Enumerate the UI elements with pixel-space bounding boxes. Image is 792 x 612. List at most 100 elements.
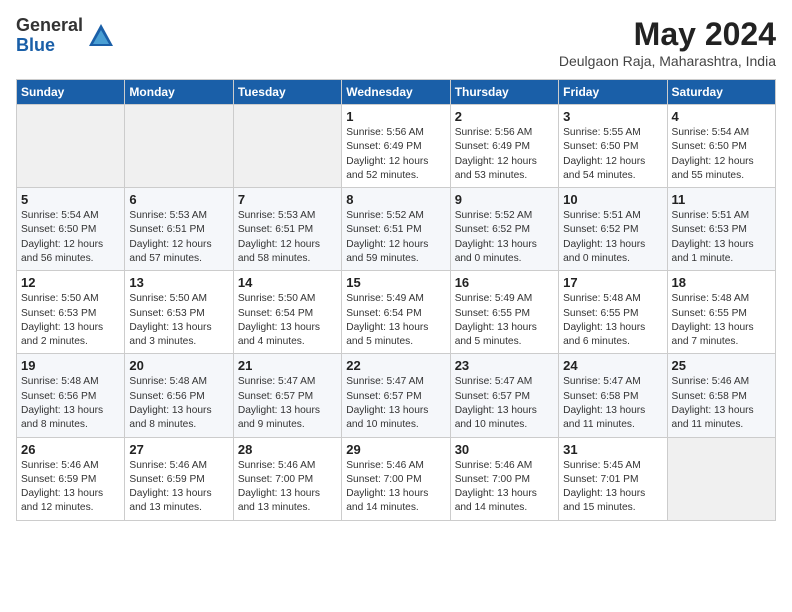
calendar-cell: 23Sunrise: 5:47 AM Sunset: 6:57 PM Dayli…	[450, 354, 558, 437]
day-info: Sunrise: 5:56 AM Sunset: 6:49 PM Dayligh…	[455, 126, 554, 183]
day-info: Sunrise: 5:48 AM Sunset: 6:56 PM Dayligh…	[21, 375, 120, 432]
calendar-cell: 3 Sunrise: 5:55 AM Sunset: 6:50 PM Daylig…	[559, 105, 667, 188]
day-info: Sunrise: 5:47 AM Sunset: 6:58 PM Dayligh…	[563, 375, 662, 432]
day-number: 25	[672, 358, 771, 373]
day-info: Sunrise: 5:53 AM Sunset: 6:51 PM Dayligh…	[238, 209, 337, 266]
day-number: 12	[21, 275, 120, 290]
day-number: 5	[21, 192, 120, 207]
calendar-cell: 2 Sunrise: 5:56 AM Sunset: 6:49 PM Daylig…	[450, 105, 558, 188]
day-number: 4	[672, 109, 771, 124]
header-day: Tuesday	[233, 80, 341, 105]
header-day: Friday	[559, 80, 667, 105]
header-day: Monday	[125, 80, 233, 105]
day-info: Sunrise: 5:50 AM Sunset: 6:53 PM Dayligh…	[21, 292, 120, 349]
calendar-week-row: 5Sunrise: 5:54 AM Sunset: 6:50 PM Daylig…	[17, 188, 776, 271]
day-number: 1	[346, 109, 445, 124]
day-info: Sunrise: 5:54 AM Sunset: 6:50 PM Dayligh…	[672, 126, 771, 183]
day-number: 11	[672, 192, 771, 207]
day-number: 28	[238, 442, 337, 457]
day-info: Sunrise: 5:51 AM Sunset: 6:52 PM Dayligh…	[563, 209, 662, 266]
calendar-cell: 24 Sunrise: 5:47 AM Sunset: 6:58 PM Dayli…	[559, 354, 667, 437]
calendar-cell: 17Sunrise: 5:48 AM Sunset: 6:55 PM Dayli…	[559, 271, 667, 354]
calendar-cell	[667, 437, 775, 520]
day-number: 15	[346, 275, 445, 290]
logo-general-text: General	[16, 16, 83, 36]
calendar-cell: 16 Sunrise: 5:49 AM Sunset: 6:55 PM Dayli…	[450, 271, 558, 354]
calendar-cell: 10 Sunrise: 5:51 AM Sunset: 6:52 PM Dayli…	[559, 188, 667, 271]
calendar-cell: 9Sunrise: 5:52 AM Sunset: 6:52 PM Daylig…	[450, 188, 558, 271]
calendar-cell	[17, 105, 125, 188]
day-number: 9	[455, 192, 554, 207]
day-number: 24	[563, 358, 662, 373]
day-info: Sunrise: 5:55 AM Sunset: 6:50 PM Dayligh…	[563, 126, 662, 183]
day-info: Sunrise: 5:48 AM Sunset: 6:56 PM Dayligh…	[129, 375, 228, 432]
calendar-week-row: 1 Sunrise: 5:56 AM Sunset: 6:49 PM Daylig…	[17, 105, 776, 188]
day-info: Sunrise: 5:51 AM Sunset: 6:53 PM Dayligh…	[672, 209, 771, 266]
calendar-cell: 26Sunrise: 5:46 AM Sunset: 6:59 PM Dayli…	[17, 437, 125, 520]
day-number: 8	[346, 192, 445, 207]
calendar-cell: 5Sunrise: 5:54 AM Sunset: 6:50 PM Daylig…	[17, 188, 125, 271]
page-header: General Blue May 2024 Deulgaon Raja, Mah…	[16, 16, 776, 69]
title-block: May 2024 Deulgaon Raja, Maharashtra, Ind…	[559, 16, 776, 69]
day-info: Sunrise: 5:47 AM Sunset: 6:57 PM Dayligh…	[238, 375, 337, 432]
day-info: Sunrise: 5:46 AM Sunset: 7:00 PM Dayligh…	[455, 459, 554, 516]
day-info: Sunrise: 5:48 AM Sunset: 6:55 PM Dayligh…	[672, 292, 771, 349]
calendar-cell: 6Sunrise: 5:53 AM Sunset: 6:51 PM Daylig…	[125, 188, 233, 271]
day-number: 19	[21, 358, 120, 373]
month-title: May 2024	[559, 16, 776, 53]
day-number: 29	[346, 442, 445, 457]
logo-blue-text: Blue	[16, 36, 83, 56]
day-number: 13	[129, 275, 228, 290]
day-number: 27	[129, 442, 228, 457]
day-number: 21	[238, 358, 337, 373]
day-info: Sunrise: 5:50 AM Sunset: 6:53 PM Dayligh…	[129, 292, 228, 349]
calendar-cell: 7 Sunrise: 5:53 AM Sunset: 6:51 PM Daylig…	[233, 188, 341, 271]
calendar-cell: 13 Sunrise: 5:50 AM Sunset: 6:53 PM Dayli…	[125, 271, 233, 354]
calendar-cell: 29 Sunrise: 5:46 AM Sunset: 7:00 PM Dayli…	[342, 437, 450, 520]
calendar-cell: 28 Sunrise: 5:46 AM Sunset: 7:00 PM Dayli…	[233, 437, 341, 520]
day-info: Sunrise: 5:46 AM Sunset: 6:58 PM Dayligh…	[672, 375, 771, 432]
day-number: 10	[563, 192, 662, 207]
day-number: 18	[672, 275, 771, 290]
day-number: 7	[238, 192, 337, 207]
day-number: 3	[563, 109, 662, 124]
header-day: Wednesday	[342, 80, 450, 105]
day-info: Sunrise: 5:46 AM Sunset: 7:00 PM Dayligh…	[238, 459, 337, 516]
calendar-week-row: 26 Sunrise: 5:46 AM Sunset: 6:59 PM Dayli…	[17, 437, 776, 520]
day-info: Sunrise: 5:47 AM Sunset: 6:57 PM Dayligh…	[346, 375, 445, 432]
header-day: Sunday	[17, 80, 125, 105]
day-number: 16	[455, 275, 554, 290]
day-info: Sunrise: 5:53 AM Sunset: 6:51 PM Dayligh…	[129, 209, 228, 266]
day-info: Sunrise: 5:46 AM Sunset: 6:59 PM Dayligh…	[129, 459, 228, 516]
calendar-cell: 14Sunrise: 5:50 AM Sunset: 6:54 PM Dayli…	[233, 271, 341, 354]
day-number: 23	[455, 358, 554, 373]
day-number: 20	[129, 358, 228, 373]
calendar-cell: 12 Sunrise: 5:50 AM Sunset: 6:53 PM Dayli…	[17, 271, 125, 354]
calendar-cell: 31Sunrise: 5:45 AM Sunset: 7:01 PM Dayli…	[559, 437, 667, 520]
day-info: Sunrise: 5:46 AM Sunset: 7:00 PM Dayligh…	[346, 459, 445, 516]
day-number: 30	[455, 442, 554, 457]
logo: General Blue	[16, 16, 115, 56]
day-info: Sunrise: 5:49 AM Sunset: 6:55 PM Dayligh…	[455, 292, 554, 349]
header-row: SundayMondayTuesdayWednesdayThursdayFrid…	[17, 80, 776, 105]
day-info: Sunrise: 5:52 AM Sunset: 6:51 PM Dayligh…	[346, 209, 445, 266]
day-number: 2	[455, 109, 554, 124]
calendar-cell: 11 Sunrise: 5:51 AM Sunset: 6:53 PM Dayli…	[667, 188, 775, 271]
day-number: 31	[563, 442, 662, 457]
calendar-cell: 27 Sunrise: 5:46 AM Sunset: 6:59 PM Dayli…	[125, 437, 233, 520]
calendar-cell	[125, 105, 233, 188]
header-day: Saturday	[667, 80, 775, 105]
day-number: 22	[346, 358, 445, 373]
calendar-cell: 19 Sunrise: 5:48 AM Sunset: 6:56 PM Dayli…	[17, 354, 125, 437]
day-info: Sunrise: 5:50 AM Sunset: 6:54 PM Dayligh…	[238, 292, 337, 349]
location: Deulgaon Raja, Maharashtra, India	[559, 53, 776, 69]
calendar-cell: 21 Sunrise: 5:47 AM Sunset: 6:57 PM Dayli…	[233, 354, 341, 437]
calendar-cell	[233, 105, 341, 188]
day-number: 26	[21, 442, 120, 457]
header-day: Thursday	[450, 80, 558, 105]
calendar-cell: 18 Sunrise: 5:48 AM Sunset: 6:55 PM Dayli…	[667, 271, 775, 354]
calendar-cell: 20 Sunrise: 5:48 AM Sunset: 6:56 PM Dayli…	[125, 354, 233, 437]
calendar-cell: 1 Sunrise: 5:56 AM Sunset: 6:49 PM Daylig…	[342, 105, 450, 188]
day-info: Sunrise: 5:56 AM Sunset: 6:49 PM Dayligh…	[346, 126, 445, 183]
calendar-cell: 25 Sunrise: 5:46 AM Sunset: 6:58 PM Dayli…	[667, 354, 775, 437]
